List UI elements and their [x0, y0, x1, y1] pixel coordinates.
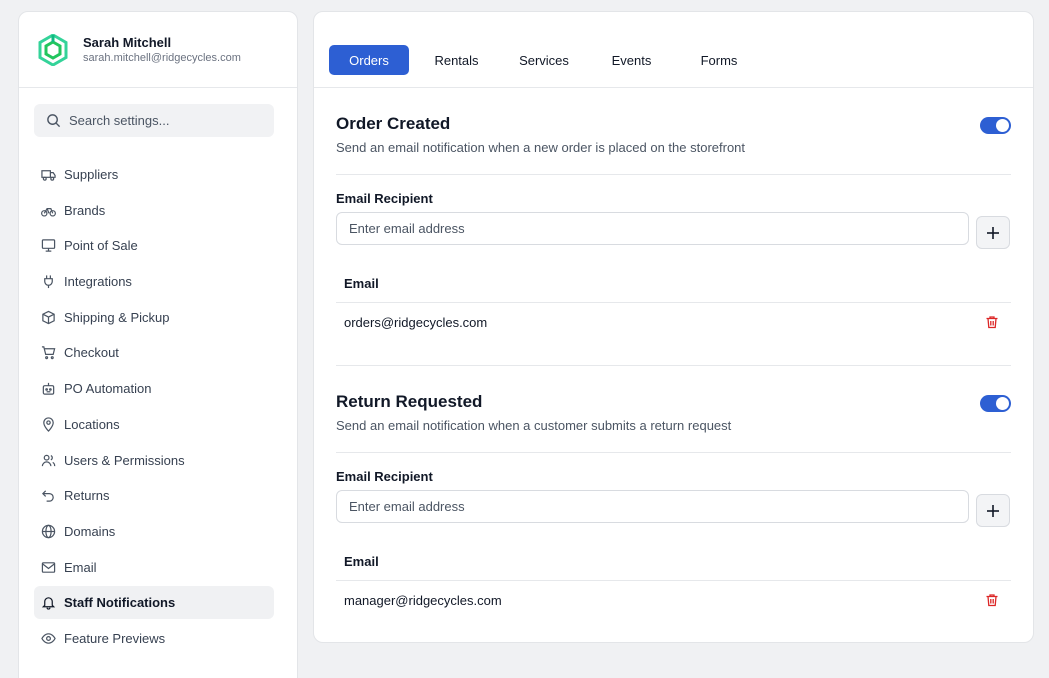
sidebar-item-label: Feature Previews — [64, 630, 166, 646]
package-icon — [42, 310, 55, 325]
email-recipient-label: Email Recipient — [336, 191, 433, 206]
monitor-icon — [41, 239, 56, 253]
divider — [336, 174, 1011, 175]
trash-icon[interactable] — [985, 593, 999, 607]
email-recipient-label: Email Recipient — [336, 469, 433, 484]
settings-sidebar: Sarah Mitchell sarah.mitchell@ridgecycle… — [18, 11, 298, 678]
section-title: Order Created — [336, 114, 451, 133]
toggle-knob — [996, 119, 1009, 132]
sidebar-item-label: PO Automation — [64, 381, 152, 397]
tab-rentals[interactable]: Rentals — [417, 45, 497, 75]
notifications-panel: Orders Rentals Services Events Forms Ord… — [313, 11, 1034, 643]
toggle-knob — [996, 397, 1009, 410]
brand-logo-icon — [38, 33, 68, 66]
section-description: Send an email notification when a custom… — [336, 418, 732, 433]
sidebar-item-po-automation[interactable]: PO Automation — [34, 372, 274, 405]
bell-icon — [41, 597, 56, 610]
map-pin-icon — [43, 417, 54, 432]
sidebar-item-returns[interactable]: Returns — [34, 479, 274, 512]
add-email-button[interactable] — [976, 216, 1010, 249]
sidebar-item-feature-previews[interactable]: Feature Previews — [34, 622, 274, 655]
search-box[interactable] — [34, 104, 274, 137]
email-field[interactable] — [336, 212, 969, 245]
sidebar-item-label: Brands — [64, 202, 106, 218]
email-row-text: manager@ridgecycles.com — [344, 593, 502, 608]
sidebar-item-label: Checkout — [64, 345, 119, 361]
sidebar-item-brands[interactable]: Brands — [34, 194, 274, 227]
divider — [336, 452, 1011, 453]
sidebar-item-suppliers[interactable]: Suppliers — [34, 158, 274, 191]
search-input[interactable] — [69, 113, 259, 128]
sidebar-item-label: Integrations — [64, 274, 132, 290]
return-requested-toggle[interactable] — [980, 395, 1011, 412]
tab-forms[interactable]: Forms — [679, 45, 759, 75]
search-icon — [47, 114, 61, 128]
plug-icon — [44, 275, 53, 289]
robot-icon — [42, 383, 55, 395]
add-email-button[interactable] — [976, 494, 1010, 527]
email-row-text: orders@ridgecycles.com — [344, 315, 488, 330]
email-field[interactable] — [336, 490, 969, 523]
email-column-header: Email — [344, 276, 379, 291]
return-requested-section: Return Requested Send an email notificat… — [336, 391, 1011, 641]
sidebar-item-integrations[interactable]: Integrations — [34, 265, 274, 298]
order-created-section: Order Created Send an email notification… — [336, 113, 1011, 368]
sidebar-item-label: Locations — [64, 416, 120, 432]
sidebar-item-label: Shipping & Pickup — [64, 309, 170, 325]
sidebar-item-checkout[interactable]: Checkout — [34, 336, 274, 369]
sidebar-item-locations[interactable]: Locations — [34, 408, 274, 441]
sidebar-nav: Suppliers Brands Point of Sale Integrati… — [34, 158, 274, 658]
sidebar-item-label: Domains — [64, 523, 116, 539]
cart-icon — [41, 346, 56, 360]
users-icon — [41, 454, 56, 466]
order-created-toggle[interactable] — [980, 117, 1011, 134]
sidebar-item-staff-notifications[interactable]: Staff Notifications — [34, 586, 274, 620]
sidebar-item-shipping-pickup[interactable]: Shipping & Pickup — [34, 301, 274, 334]
sidebar-item-point-of-sale[interactable]: Point of Sale — [34, 229, 274, 262]
trash-icon[interactable] — [985, 315, 999, 329]
sidebar-item-users-permissions[interactable]: Users & Permissions — [34, 444, 274, 477]
sidebar-item-label: Suppliers — [64, 167, 119, 182]
section-divider — [336, 365, 1011, 366]
truck-icon — [41, 170, 56, 181]
bicycle-icon — [41, 207, 56, 217]
mail-icon — [41, 561, 56, 573]
profile-name: Sarah Mitchell — [83, 34, 172, 50]
tab-services[interactable]: Services — [504, 45, 584, 75]
section-title: Return Requested — [336, 392, 483, 411]
sidebar-item-label: Returns — [64, 488, 110, 504]
sidebar-item-email[interactable]: Email — [34, 551, 274, 584]
profile-header: Sarah Mitchell sarah.mitchell@ridgecycle… — [19, 12, 297, 88]
tab-orders[interactable]: Orders — [329, 45, 409, 75]
table-header-divider — [336, 580, 1011, 581]
profile-email: sarah.mitchell@ridgecycles.com — [83, 51, 241, 64]
plus-icon — [987, 226, 999, 239]
sidebar-item-label: Email — [64, 559, 97, 575]
sidebar-item-label: Staff Notifications — [64, 595, 176, 611]
section-description: Send an email notification when a new or… — [336, 140, 746, 155]
sidebar-item-label: Point of Sale — [64, 238, 138, 254]
sidebar-item-domains[interactable]: Domains — [34, 515, 274, 548]
email-column-header: Email — [344, 554, 379, 569]
tab-events[interactable]: Events — [592, 45, 672, 75]
table-header-divider — [336, 302, 1011, 303]
eye-icon — [41, 633, 56, 644]
return-arrow-icon — [42, 490, 54, 502]
globe-icon — [41, 524, 56, 539]
plus-icon — [987, 504, 999, 517]
tab-bar: Orders Rentals Services Events Forms — [314, 12, 1033, 88]
sidebar-item-label: Users & Permissions — [64, 452, 185, 468]
